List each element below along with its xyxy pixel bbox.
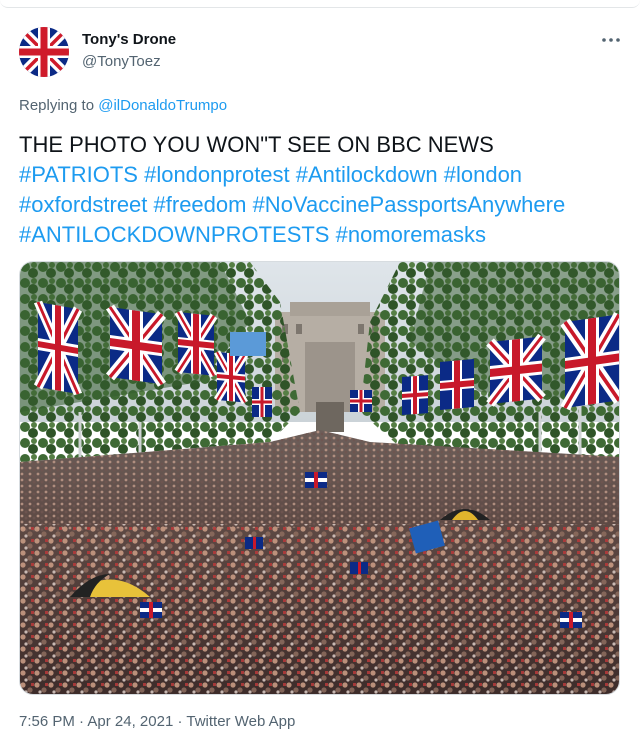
- author-handle[interactable]: @TonyToez: [82, 53, 161, 70]
- crowd-photo: [20, 262, 619, 694]
- author-display-name[interactable]: Tony's Drone: [82, 31, 176, 48]
- meta-separator: ·: [177, 713, 183, 730]
- reply-mention-link[interactable]: @ilDonaldoTrumpo: [98, 97, 227, 114]
- tweet-time-link[interactable]: 7:56 PM: [19, 713, 75, 730]
- tweet-timestamp: 7:56 PM · Apr 24, 2021 · Twitter Web App: [19, 713, 295, 730]
- hashtag-line[interactable]: #PATRIOTS #londonprotest #Antilockdown #…: [19, 160, 619, 190]
- tweet-date-link[interactable]: Apr 24, 2021: [87, 713, 173, 730]
- tweet-photo[interactable]: [19, 261, 620, 695]
- tweet-card: Tony's Drone @TonyToez Replying to @ilDo…: [0, 0, 640, 746]
- tweet-text: THE PHOTO YOU WON"T SEE ON BBC NEWS #PAT…: [19, 130, 619, 250]
- hashtag-line[interactable]: #oxfordstreet #freedom #NoVaccinePasspor…: [19, 190, 619, 220]
- replying-to-label: Replying to: [19, 97, 95, 114]
- avatar[interactable]: [19, 27, 69, 77]
- meta-separator: ·: [79, 713, 85, 730]
- tweet-source-link[interactable]: Twitter Web App: [186, 713, 295, 730]
- union-jack-flag-icon: [19, 27, 69, 77]
- hashtag-line[interactable]: #ANTILOCKDOWNPROTESTS #nomoremasks: [19, 220, 619, 250]
- ellipsis-icon[interactable]: [600, 30, 622, 50]
- replying-to: Replying to @ilDonaldoTrumpo: [19, 97, 227, 114]
- tweet-text-headline: THE PHOTO YOU WON"T SEE ON BBC NEWS: [19, 132, 494, 157]
